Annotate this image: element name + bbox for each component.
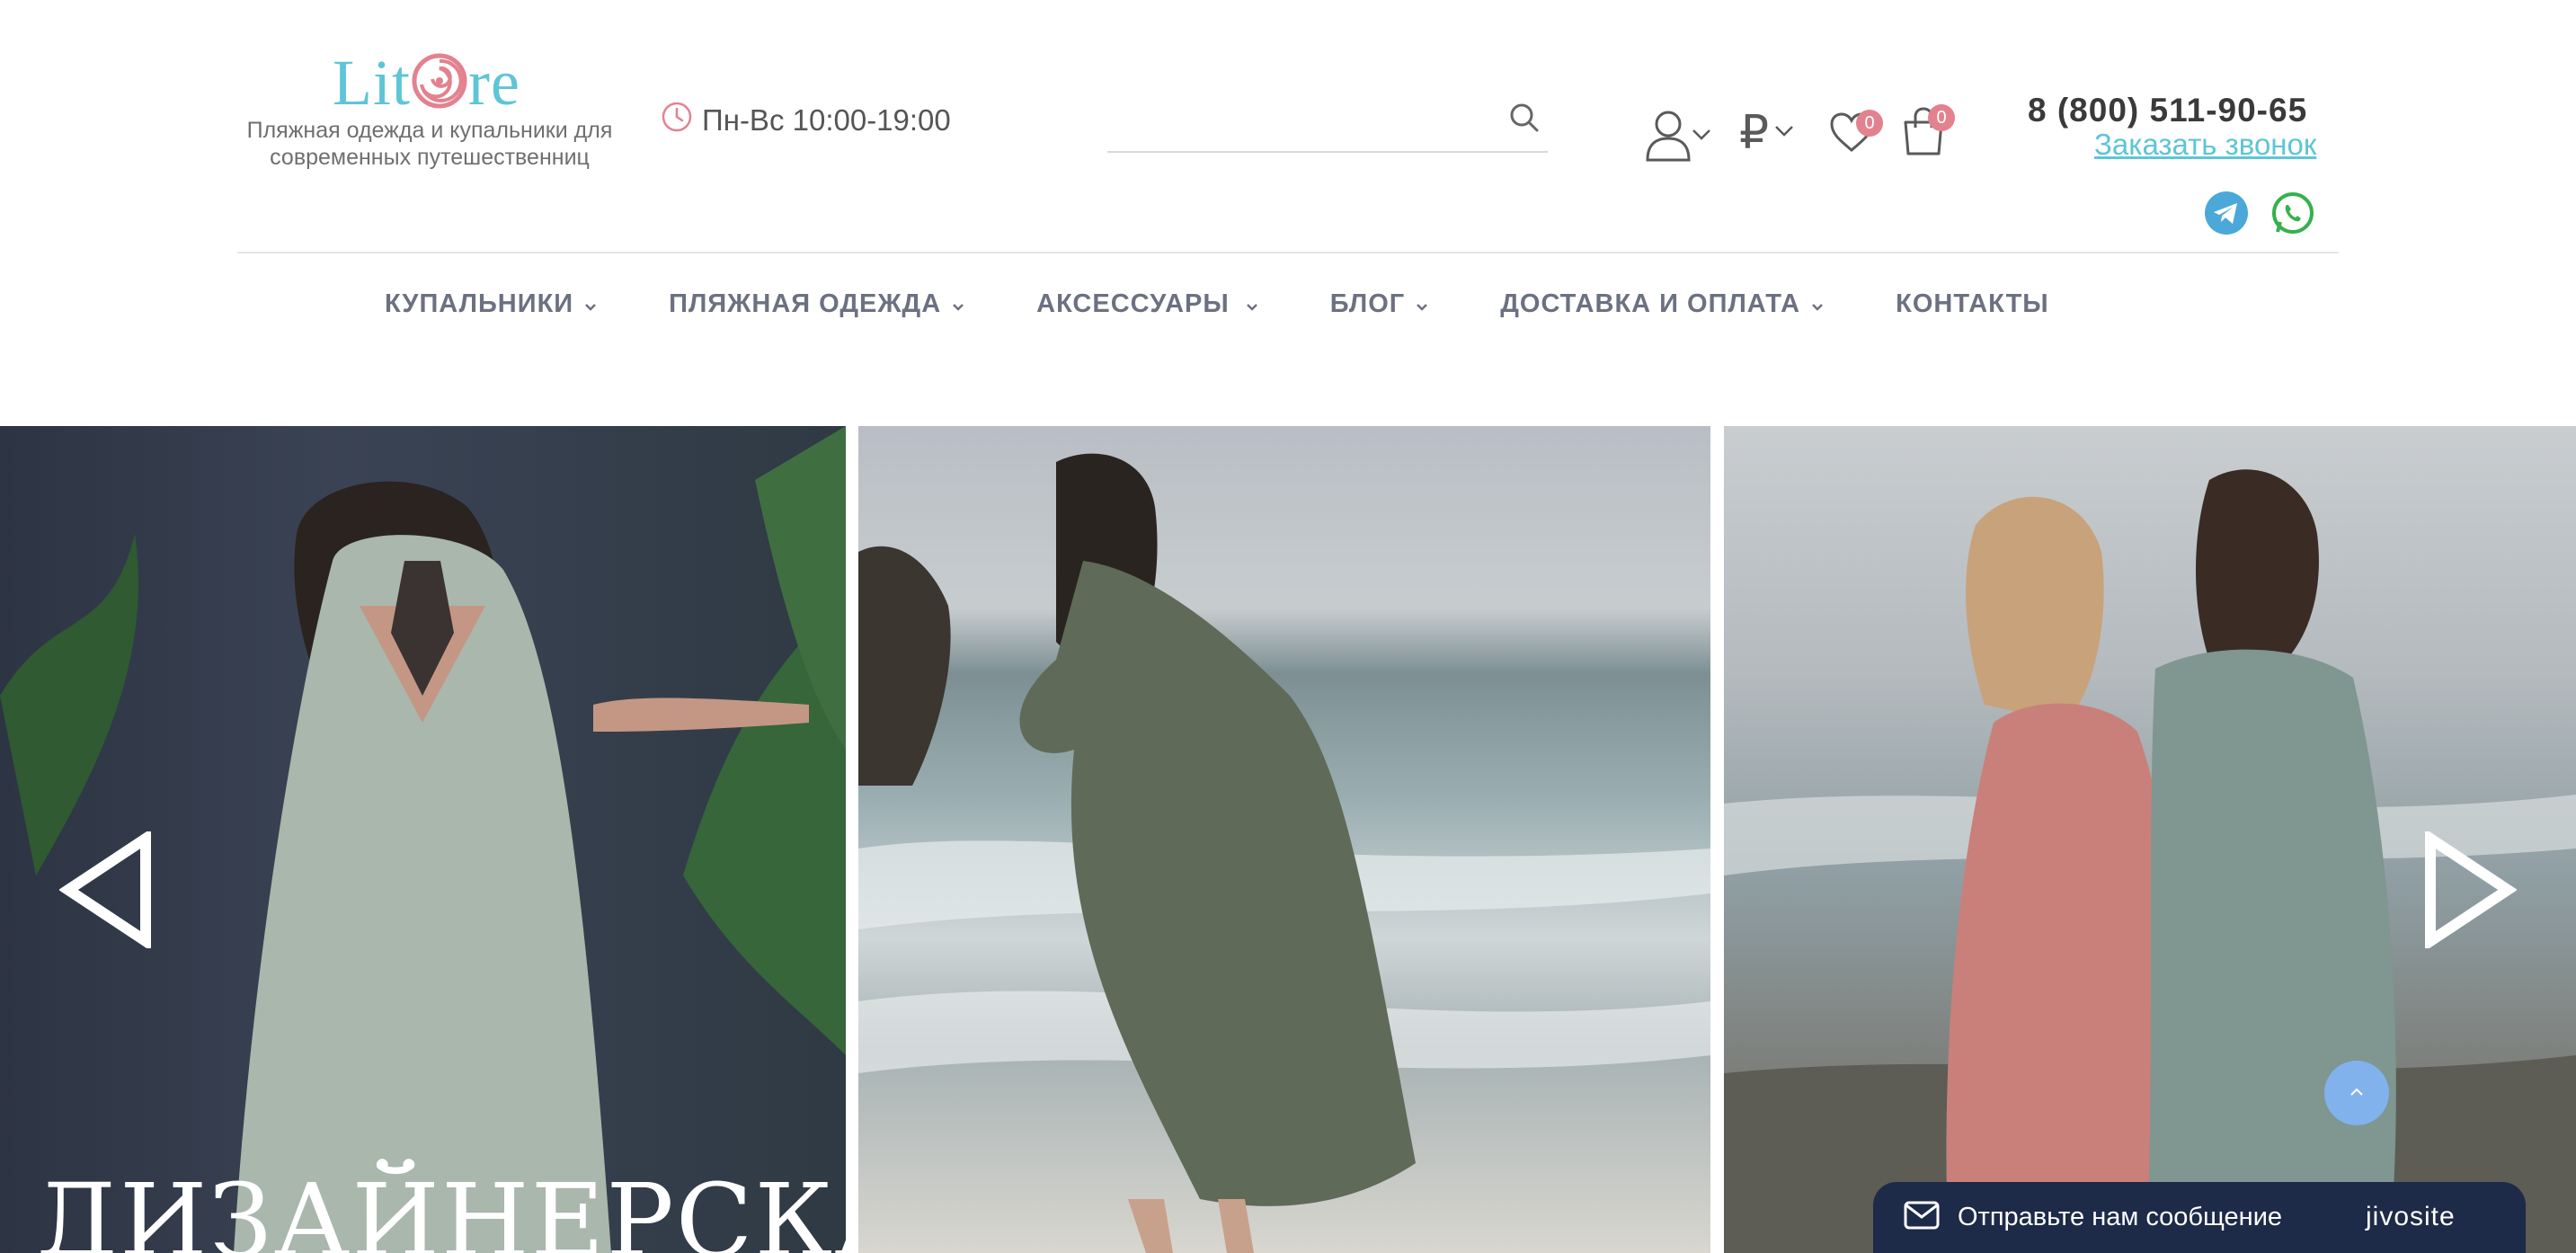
main-navigation: КУПАЛЬНИКИ ПЛЯЖНАЯ ОДЕЖДА АКСЕССУАРЫ БЛО… — [385, 286, 2121, 322]
scroll-to-top-button[interactable] — [2324, 1061, 2389, 1125]
nav-item-swimwear[interactable]: КУПАЛЬНИКИ — [385, 289, 597, 319]
search-button[interactable] — [1501, 95, 1548, 142]
cart-button[interactable]: 0 — [1901, 104, 1955, 161]
nav-item-label: ДОСТАВКА И ОПЛАТА — [1500, 289, 1801, 318]
search-input[interactable] — [1107, 97, 1488, 138]
nav-item-label: КУПАЛЬНИКИ — [385, 289, 574, 318]
logo-text-right: re — [468, 47, 520, 119]
hero-slider: ДИЗАЙНЕРСКАЯ — [0, 426, 2576, 1253]
slide-caption: ДИЗАЙНЕРСКАЯ — [36, 1163, 846, 1253]
search-bar — [1107, 88, 1548, 153]
slider-prev-arrow-icon[interactable] — [58, 828, 155, 952]
slider-next-arrow-icon[interactable] — [2421, 828, 2518, 952]
account-menu[interactable] — [1645, 108, 1711, 166]
nav-item-label: КОНТАКТЫ — [1896, 289, 2049, 318]
chevron-down-icon — [584, 289, 597, 319]
nav-item-label: ПЛЯЖНАЯ ОДЕЖДА — [669, 289, 942, 318]
cart-count-badge: 0 — [1928, 104, 1955, 131]
telegram-icon[interactable] — [2204, 191, 2249, 240]
logo-text-left: Lit — [333, 47, 411, 119]
hours-text: Пн-Вс 10:00-19:00 — [702, 103, 951, 137]
nav-item-label: АКСЕССУАРЫ — [1036, 289, 1230, 318]
working-hours: Пн-Вс 10:00-19:00 — [661, 101, 951, 140]
chevron-down-icon — [1416, 289, 1428, 319]
logo[interactable]: Lit re — [333, 47, 520, 119]
phone-number[interactable]: 8 (800) 511-90-65 — [2028, 92, 2307, 129]
header-divider — [237, 252, 2339, 253]
chevron-down-icon — [1774, 125, 1794, 142]
search-icon — [1508, 103, 1541, 137]
tagline-line-2: современных путешественниц — [270, 145, 590, 170]
callback-link[interactable]: Заказать звонок — [2094, 128, 2316, 162]
wishlist-button[interactable]: 0 — [1829, 110, 1883, 157]
nav-item-blog[interactable]: БЛОГ — [1330, 289, 1428, 319]
wishlist-count-badge: 0 — [1856, 110, 1883, 137]
currency-selector[interactable]: ₽ — [1739, 106, 1794, 160]
nav-item-contacts[interactable]: КОНТАКТЫ — [1896, 289, 2049, 319]
shell-logo-icon — [411, 52, 468, 110]
user-icon — [1645, 108, 1692, 166]
chevron-down-icon — [1692, 129, 1711, 146]
whatsapp-icon[interactable] — [2270, 191, 2315, 240]
chat-brand-logo: jivosite — [2366, 1202, 2456, 1231]
tagline: Пляжная одежда и купальники для современ… — [241, 117, 618, 171]
nav-item-accessories[interactable]: АКСЕССУАРЫ — [1036, 289, 1258, 319]
chat-widget[interactable]: Отправьте нам сообщение jivosite — [1873, 1182, 2526, 1253]
tagline-line-1: Пляжная одежда и купальники для — [246, 118, 613, 143]
clock-icon — [661, 101, 693, 140]
chevron-down-icon — [952, 289, 964, 319]
nav-item-label: БЛОГ — [1329, 289, 1406, 318]
nav-item-delivery[interactable]: ДОСТАВКА И ОПЛАТА — [1500, 289, 1824, 319]
chevron-up-icon — [2349, 1086, 2364, 1102]
envelope-icon — [1904, 1201, 1940, 1234]
slide-image-beach-tunic[interactable] — [858, 426, 1710, 1253]
chevron-down-icon — [1246, 289, 1258, 319]
currency-symbol: ₽ — [1739, 106, 1770, 160]
nav-item-beachwear[interactable]: ПЛЯЖНАЯ ОДЕЖДА — [669, 289, 964, 319]
chat-label: Отправьте нам сообщение — [1958, 1203, 2283, 1231]
chevron-down-icon — [1811, 289, 1824, 319]
